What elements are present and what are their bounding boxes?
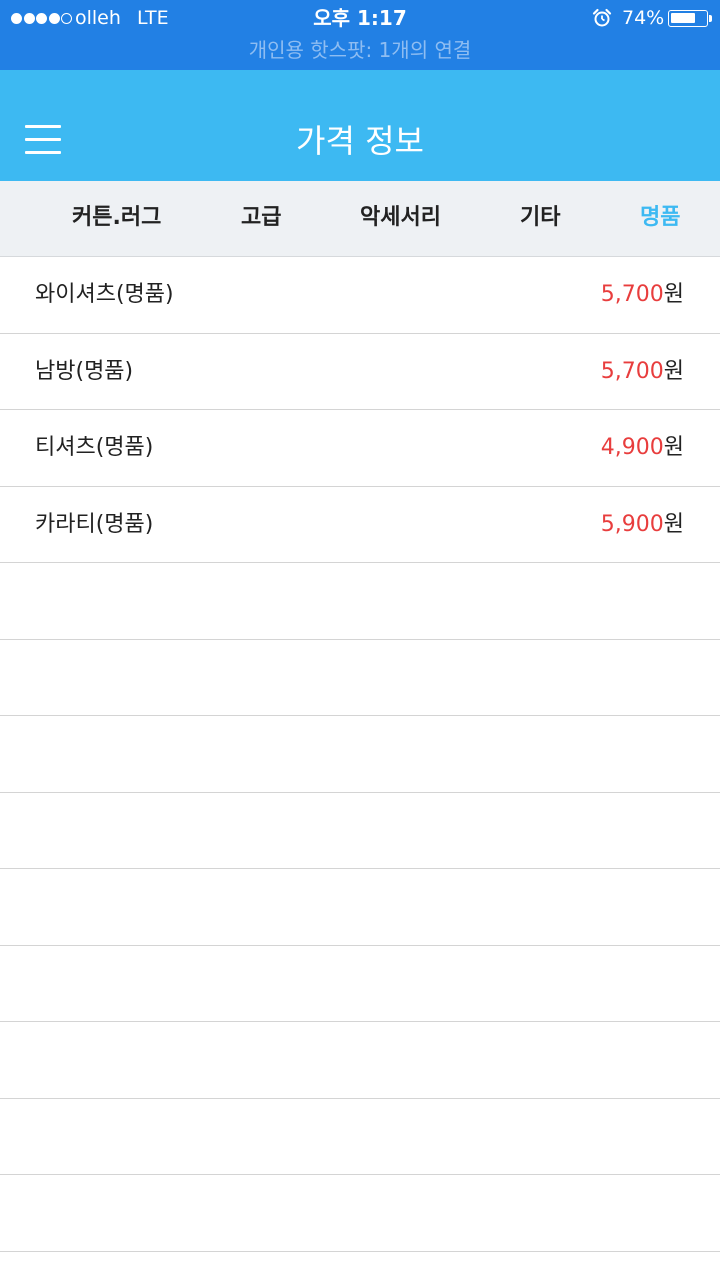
price-value: 5,700 <box>600 358 664 384</box>
item-name: 남방(명품) <box>35 358 134 384</box>
empty-row <box>0 716 720 793</box>
category-tab-bar: 커튼.러그 고급 악세서리 기타 명품 <box>0 181 720 257</box>
battery-icon <box>668 10 708 27</box>
empty-row <box>0 563 720 640</box>
price-unit: 원 <box>663 282 684 307</box>
status-bar: olleh LTE 오후 1:17 74% 개인용 핫스팟: 1개의 연결 <box>0 0 720 70</box>
empty-row <box>0 869 720 946</box>
price-value: 4,900 <box>600 435 664 460</box>
tab-accessories[interactable]: 악세서리 <box>360 203 441 233</box>
alarm-clock-icon <box>592 8 612 27</box>
status-row: olleh LTE 오후 1:17 74% <box>0 0 720 36</box>
tab-curtain-rug[interactable]: 커튼.러그 <box>72 203 161 233</box>
item-name: 와이셔츠(명품) <box>35 282 174 307</box>
price-value: 5,700 <box>600 282 664 307</box>
item-name: 카라티(명품) <box>35 511 154 537</box>
price-unit: 원 <box>663 358 684 384</box>
item-price: 5,700원 <box>601 280 684 310</box>
price-value: 5,900 <box>600 511 664 537</box>
list-item[interactable]: 카라티(명품) 5,900원 <box>0 486 720 563</box>
empty-row <box>0 639 720 716</box>
item-price: 5,700원 <box>601 357 684 387</box>
battery-tip <box>709 15 712 22</box>
tab-premium[interactable]: 고급 <box>241 203 281 233</box>
price-list: 와이셔츠(명품) 5,700원 남방(명품) 5,700원 티셔츠(명품) 4,… <box>0 257 720 1252</box>
empty-row <box>0 1022 720 1099</box>
status-time: 오후 1:17 <box>313 6 407 30</box>
empty-row <box>0 1175 720 1252</box>
empty-row <box>0 1098 720 1175</box>
page-title: 가격 정보 <box>296 122 424 160</box>
hotspot-banner[interactable]: 개인용 핫스팟: 1개의 연결 <box>0 37 720 63</box>
battery-percent: 74% <box>622 7 665 29</box>
empty-row <box>0 945 720 1022</box>
battery-fill <box>671 13 695 23</box>
item-name: 티셔츠(명품) <box>35 435 154 460</box>
tab-others[interactable]: 기타 <box>520 203 560 233</box>
nav-bar: 가격 정보 <box>0 70 720 181</box>
price-unit: 원 <box>663 435 684 460</box>
list-item[interactable]: 티셔츠(명품) 4,900원 <box>0 410 720 487</box>
tab-luxury[interactable]: 명품 <box>640 203 680 233</box>
list-item[interactable]: 남방(명품) 5,700원 <box>0 333 720 410</box>
list-item[interactable]: 와이셔츠(명품) 5,700원 <box>0 257 720 334</box>
item-price: 5,900원 <box>601 510 684 540</box>
price-unit: 원 <box>663 511 684 537</box>
item-price: 4,900원 <box>601 433 684 463</box>
empty-row <box>0 792 720 869</box>
